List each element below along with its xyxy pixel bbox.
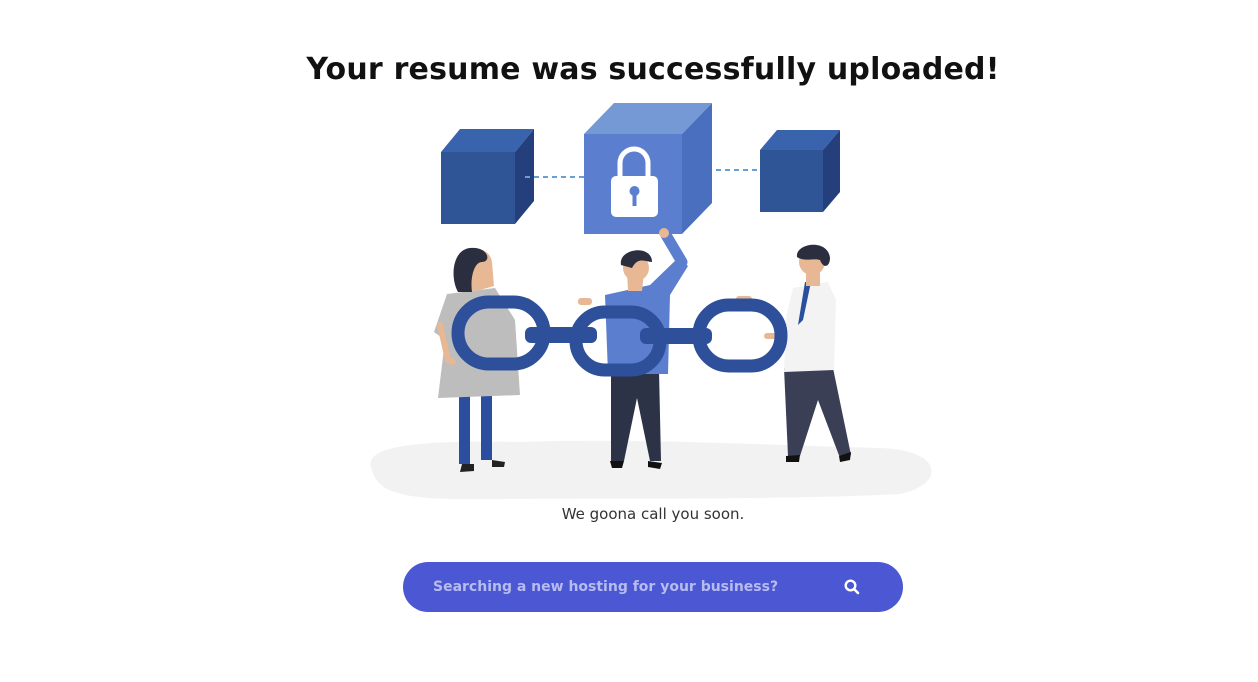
- search-icon: [844, 579, 860, 595]
- search-button[interactable]: [839, 574, 865, 600]
- page-title: Your resume was successfully uploaded!: [306, 52, 1000, 87]
- confirmation-message: We goona call you soon.: [561, 505, 745, 523]
- person-middle: [578, 228, 688, 469]
- left-cube: [441, 129, 534, 224]
- blockchain-team-illustration: [370, 103, 932, 500]
- right-cube: [760, 130, 840, 212]
- search-bar: [403, 562, 903, 612]
- person-right: [736, 244, 851, 462]
- search-input[interactable]: [433, 562, 839, 612]
- success-page: Your resume was successfully uploaded! W…: [0, 0, 1258, 682]
